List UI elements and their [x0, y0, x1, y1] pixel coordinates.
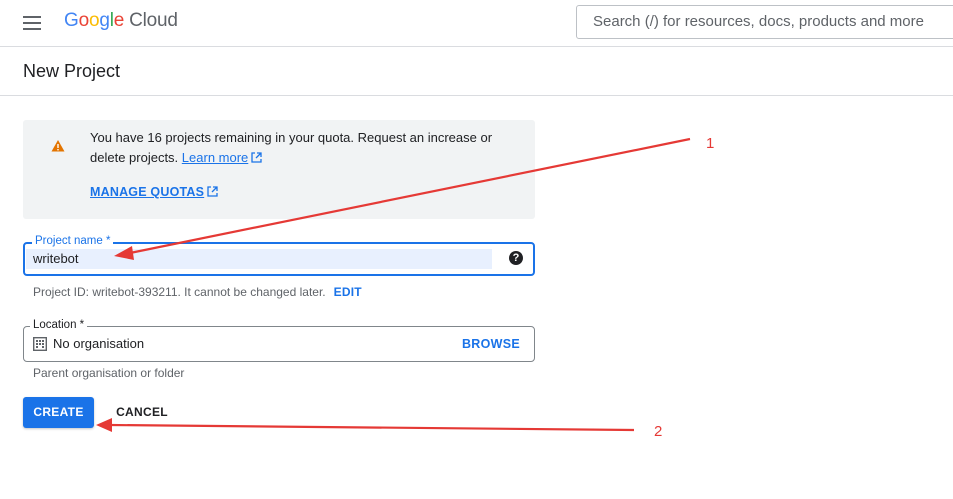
project-name-label: Project name * — [32, 235, 114, 247]
manage-quotas-link[interactable]: MANAGE QUOTAS — [90, 185, 218, 199]
manage-quotas-label: MANAGE QUOTAS — [90, 185, 205, 199]
location-label: Location * — [30, 319, 88, 331]
project-name-input[interactable]: writebot — [26, 249, 492, 269]
location-value: No organisation — [53, 336, 145, 351]
external-link-icon — [207, 186, 218, 197]
create-button[interactable]: CREATE — [23, 397, 94, 428]
organisation-icon — [33, 337, 47, 351]
top-bar: Google Cloud Search (/) for resources, do… — [0, 0, 953, 47]
learn-more-label: Learn more — [181, 150, 249, 165]
logo-cloud: Cloud — [129, 10, 178, 31]
location-field[interactable]: Location * No organisation BROWSE — [23, 319, 535, 362]
annotation-label-1: 1 — [706, 135, 715, 152]
project-id-hint: Project ID: writebot-393211. It cannot b… — [33, 285, 362, 299]
search-input[interactable]: Search (/) for resources, docs, products… — [576, 5, 953, 39]
quota-message: You have 16 projects remaining in your q… — [90, 128, 510, 168]
quota-notice: You have 16 projects remaining in your q… — [23, 120, 535, 219]
cancel-button[interactable]: CANCEL — [108, 397, 176, 428]
menu-icon[interactable] — [20, 12, 46, 34]
learn-more-link[interactable]: Learn more — [182, 150, 262, 165]
logo-google: Google — [64, 10, 125, 31]
external-link-icon — [251, 152, 262, 163]
browse-button[interactable]: BROWSE — [462, 337, 520, 351]
edit-project-id-button[interactable]: EDIT — [334, 285, 362, 299]
warning-icon — [51, 140, 65, 152]
annotation-label-2: 2 — [654, 423, 663, 440]
help-icon[interactable]: ? — [509, 251, 523, 265]
project-id-text: Project ID: writebot-393211. It cannot b… — [33, 285, 326, 299]
google-cloud-logo[interactable]: Google Cloud — [64, 10, 178, 32]
quota-message-text: You have 16 projects remaining in your q… — [90, 130, 493, 165]
location-hint: Parent organisation or folder — [33, 366, 185, 380]
annotation-arrow-2 — [109, 423, 635, 432]
page-header: New Project — [0, 47, 953, 96]
page-title: New Project — [23, 61, 121, 81]
project-name-field[interactable]: Project name * writebot ? — [23, 235, 535, 276]
